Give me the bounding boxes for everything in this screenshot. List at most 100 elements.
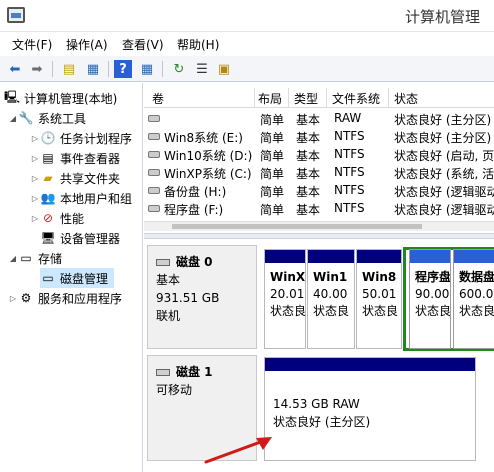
partition-win10[interactable]: Win1 40.00 状态良	[307, 249, 355, 349]
partition-win8[interactable]: Win8 50.01 状态良	[356, 249, 402, 349]
toolbar-divider	[108, 61, 109, 77]
partition-raw[interactable]: 14.53 GB RAW 状态良好 (主分区)	[264, 357, 476, 461]
partition-name: Win1	[313, 270, 348, 284]
window-title: 计算机管理	[404, 8, 480, 26]
menu-help[interactable]: 帮助(H)	[177, 36, 219, 53]
primary-partition-bar	[265, 358, 475, 371]
volume-layout: 简单	[260, 149, 285, 163]
volume-list-scrollbar[interactable]	[144, 221, 494, 231]
partition-winxp[interactable]: WinX 20.01 状态良	[264, 249, 306, 349]
collapsed-arrow-icon[interactable]: ▷	[8, 294, 18, 303]
partition-size-filesystem: 14.53 GB RAW	[273, 397, 360, 411]
volume-row[interactable]: 简单 基本 RAW 状态良好 (主分区)	[144, 110, 494, 128]
help-icon[interactable]: ?	[114, 60, 132, 78]
back-arrow-icon[interactable]: ⬅	[6, 60, 24, 78]
volume-icon	[148, 205, 160, 212]
partition-name: 程序盘	[415, 270, 451, 284]
forward-arrow-icon[interactable]: ➡	[28, 60, 46, 78]
tree-item-system-tools[interactable]: ◢ 🔧 系统工具	[8, 108, 86, 128]
volume-row[interactable]: WinXP系统 (C:) 简单 基本 NTFS 状态良好 (系统, 活动	[144, 164, 494, 182]
volume-row[interactable]: Win8系统 (E:) 简单 基本 NTFS 状态良好 (主分区)	[144, 128, 494, 146]
volume-type: 基本	[296, 203, 321, 217]
volume-icon	[148, 151, 160, 158]
collapsed-arrow-icon[interactable]: ▷	[30, 174, 40, 183]
column-divider[interactable]	[254, 88, 255, 108]
column-header-volume[interactable]: 卷	[152, 90, 164, 107]
column-header-layout[interactable]: 布局	[258, 90, 282, 107]
up-folder-icon[interactable]: ▤	[60, 60, 78, 78]
volume-status: 状态良好 (主分区)	[394, 113, 492, 127]
disk-size: 931.51 GB	[156, 291, 220, 305]
tree-item-local-users[interactable]: ▷ 👥 本地用户和组	[30, 188, 132, 208]
properties-icon[interactable]: ☰	[193, 60, 211, 78]
volume-icon	[148, 187, 160, 194]
volume-row[interactable]: 备份盘 (H:) 简单 基本 NTFS 状态良好 (逻辑驱动	[144, 182, 494, 200]
scrollbar-thumb[interactable]	[172, 224, 422, 229]
tree-item-services[interactable]: ▷ ⚙ 服务和应用程序	[8, 288, 122, 308]
volume-row[interactable]: Win10系统 (D:) 简单 基本 NTFS 状态良好 (启动, 页面	[144, 146, 494, 164]
tree-item-label: 计算机管理(本地)	[24, 91, 118, 106]
partition-status: 状态良	[415, 304, 451, 318]
column-divider[interactable]	[326, 88, 327, 108]
computer-management-icon	[7, 7, 25, 23]
refresh-icon[interactable]: ↻	[170, 60, 188, 78]
volume-name: 程序盘 (F:)	[164, 203, 224, 217]
show-hide-tree-icon[interactable]: ▦	[84, 60, 102, 78]
collapsed-arrow-icon[interactable]: ▷	[30, 154, 40, 163]
collapsed-arrow-icon[interactable]: ▷	[30, 214, 40, 223]
partition-size: 20.01	[270, 287, 305, 301]
toolbar-divider	[52, 61, 53, 77]
menu-view[interactable]: 查看(V)	[122, 36, 164, 53]
volume-name: Win8系统 (E:)	[164, 131, 243, 145]
collapsed-arrow-icon[interactable]: ▷	[30, 134, 40, 143]
tree-item-computer-management[interactable]: 🖳 计算机管理(本地)	[4, 88, 117, 108]
expanded-arrow-icon[interactable]: ◢	[8, 254, 18, 263]
partition-program-disk[interactable]: 程序盘 90.00 状态良	[409, 249, 451, 349]
volume-filesystem: NTFS	[334, 129, 365, 143]
tree-item-device-manager[interactable]: 🖥 设备管理器	[40, 228, 120, 248]
tree-item-label: 任务计划程序	[60, 131, 133, 146]
column-header-type[interactable]: 类型	[294, 90, 318, 107]
tree-item-disk-management[interactable]: ▭ 磁盘管理	[40, 268, 115, 288]
column-header-status[interactable]: 状态	[394, 90, 418, 107]
tree-item-task-scheduler[interactable]: ▷ 🕒 任务计划程序	[30, 128, 132, 148]
volume-filesystem: NTFS	[334, 183, 365, 197]
disk-0-label[interactable]: 磁盘 0 基本 931.51 GB 联机	[147, 245, 257, 349]
partition-name: 数据盘	[459, 270, 494, 284]
tree-item-shared-folders[interactable]: ▷ ▰ 共享文件夹	[30, 168, 120, 188]
tree-item-event-viewer[interactable]: ▷ ▤ 事件查看器	[30, 148, 120, 168]
export-list-icon[interactable]: ▣	[215, 60, 233, 78]
volume-filesystem: NTFS	[334, 165, 365, 179]
disk-kind: 可移动	[156, 383, 193, 397]
collapsed-arrow-icon[interactable]: ▷	[30, 194, 40, 203]
partition-status: 状态良	[362, 304, 399, 318]
disk-name: 磁盘 0	[176, 255, 213, 269]
tree-item-performance[interactable]: ▷ ⊘ 性能	[30, 208, 84, 228]
tree-item-label: 共享文件夹	[60, 171, 121, 186]
volume-name: WinXP系统 (C:)	[164, 167, 252, 181]
volume-layout: 简单	[260, 113, 285, 127]
column-header-filesystem[interactable]: 文件系统	[332, 90, 380, 107]
partition-data-disk[interactable]: 数据盘 600.0 状态良	[453, 249, 494, 349]
title-bar: 计算机管理	[0, 0, 494, 32]
volume-type: 基本	[296, 185, 321, 199]
expanded-arrow-icon[interactable]: ◢	[8, 114, 18, 123]
tree-item-label: 服务和应用程序	[38, 291, 123, 306]
partition-size: 50.01	[362, 287, 397, 301]
tree-item-storage[interactable]: ◢ ▭ 存储	[8, 248, 62, 268]
disk-icon	[156, 368, 170, 376]
volume-row[interactable]: 程序盘 (F:) 简单 基本 NTFS 状态良好 (逻辑驱动	[144, 200, 494, 218]
volume-type: 基本	[296, 167, 321, 181]
column-divider[interactable]	[288, 88, 289, 108]
navigation-tree: 🖳 计算机管理(本地) ◢ 🔧 系统工具 ▷ 🕒 任务计划程序 ▷ ▤ 事件查看…	[0, 83, 143, 472]
volume-type: 基本	[296, 149, 321, 163]
volume-type: 基本	[296, 131, 321, 145]
device-manager-icon: 🖥	[40, 231, 56, 245]
menu-file[interactable]: 文件(F)	[12, 36, 52, 53]
help-topics-icon[interactable]: ▦	[138, 60, 156, 78]
volume-type: 基本	[296, 113, 321, 127]
partition-status: 状态良	[270, 304, 306, 318]
column-divider[interactable]	[388, 88, 389, 108]
logical-partition-bar	[454, 250, 494, 263]
menu-action[interactable]: 操作(A)	[66, 36, 108, 53]
